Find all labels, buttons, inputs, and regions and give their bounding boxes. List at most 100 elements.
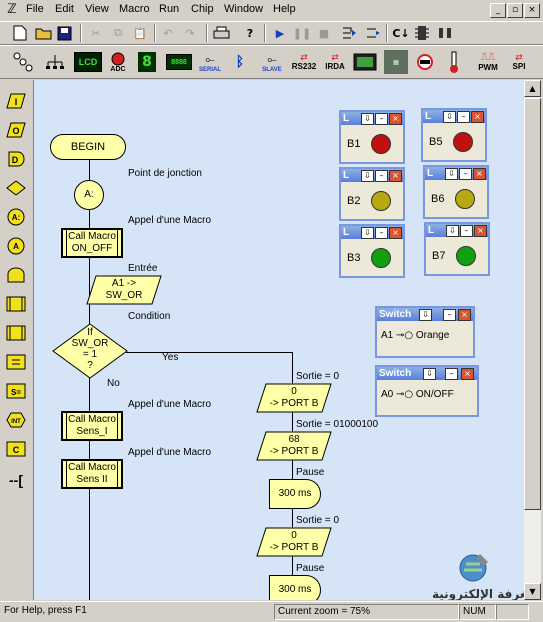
help-icon[interactable]: ?	[242, 25, 258, 41]
step-into-icon[interactable]	[340, 25, 358, 41]
close-icon[interactable]: ×	[461, 368, 474, 380]
chip-icon[interactable]	[414, 25, 430, 41]
flowchart-canvas[interactable]: BEGIN Point de jonction A: Appel d'une M…	[34, 80, 524, 600]
switch-toggle-icon[interactable]: ⊸○	[396, 330, 413, 341]
seven-segment-icon[interactable]: 8	[138, 52, 156, 72]
output-block-3[interactable]: 0 -> PORT B	[256, 527, 332, 557]
redo-icon[interactable]: ↷	[182, 25, 198, 41]
input-icon[interactable]: I	[6, 92, 26, 110]
mdi-minimize-button[interactable]: _	[490, 3, 506, 18]
menu-help[interactable]: Help	[273, 3, 296, 15]
chip-config-icon[interactable]	[436, 25, 454, 41]
call-macro-sens-i[interactable]: Call Macro Sens_I	[61, 411, 123, 441]
switch-window-on-off[interactable]: Switch ⇩ – × A0 ⊸○ ON/OFF	[375, 365, 479, 417]
app-icon[interactable]: ℤ	[4, 2, 20, 18]
c-code-icon[interactable]: C	[6, 440, 26, 458]
loop-icon[interactable]	[6, 266, 26, 284]
menu-window[interactable]: Window	[224, 3, 263, 15]
save-icon[interactable]	[56, 25, 72, 41]
led-window-b2[interactable]: L ⇩ – × B2	[339, 167, 405, 221]
menu-macro[interactable]: Macro	[119, 3, 150, 15]
interrupt-icon[interactable]: INT	[6, 411, 26, 429]
usb-slave-icon[interactable]: ⟜ SLAVE	[258, 48, 286, 76]
close-icon[interactable]: ×	[389, 170, 402, 182]
download-icon[interactable]: ⇩	[419, 309, 432, 321]
decision-icon[interactable]	[6, 179, 26, 197]
led-window-b7[interactable]: L ⇩ – × B7	[424, 222, 490, 276]
menu-edit[interactable]: Edit	[55, 3, 74, 15]
minimize-icon[interactable]: –	[375, 227, 388, 239]
download-icon[interactable]: ⇩	[446, 225, 459, 237]
begin-terminal[interactable]: BEGIN	[50, 134, 126, 160]
scroll-down-icon[interactable]: ▼	[524, 583, 541, 600]
mdi-close-button[interactable]: ×	[524, 3, 540, 18]
vertical-scrollbar[interactable]: ▲ ▼	[524, 80, 541, 600]
run-icon[interactable]: ▶	[272, 25, 288, 41]
stop-icon[interactable]: ■	[316, 25, 332, 41]
calculation-icon[interactable]	[6, 353, 26, 371]
junction-point[interactable]: A:	[74, 180, 104, 210]
goto-point-icon[interactable]: A	[6, 237, 26, 255]
new-file-icon[interactable]	[12, 25, 28, 41]
close-icon[interactable]: ×	[473, 168, 486, 180]
rs232-icon[interactable]: ⇄ RS232	[290, 50, 318, 74]
switch-window-orange[interactable]: Switch ⇩ – × A1 ⊸○ Orange	[375, 306, 475, 358]
macro-icon[interactable]	[6, 295, 26, 313]
minimize-icon[interactable]: –	[375, 113, 388, 125]
close-icon[interactable]: ×	[474, 225, 487, 237]
undo-icon[interactable]: ↶	[160, 25, 176, 41]
download-icon[interactable]: ⇩	[423, 368, 436, 380]
no-sign-icon[interactable]	[414, 52, 436, 72]
cut-icon[interactable]: ✂	[88, 25, 104, 41]
seven-segment-array-icon[interactable]: 8888	[166, 54, 192, 70]
close-icon[interactable]: ×	[458, 309, 471, 321]
mdi-restore-button[interactable]: ▫	[507, 3, 523, 18]
connection-point-icon[interactable]: A:	[6, 208, 26, 226]
minimize-icon[interactable]: –	[445, 368, 458, 380]
print-icon[interactable]	[212, 25, 230, 41]
lcd-icon[interactable]: LCD	[74, 52, 102, 72]
close-icon[interactable]: ×	[471, 111, 484, 123]
keypad-icon[interactable]: ▦	[384, 50, 408, 74]
minimize-icon[interactable]: –	[457, 111, 470, 123]
spi-icon[interactable]: ⇄ SPI	[506, 50, 532, 74]
pause-block-1[interactable]: 300 ms	[269, 479, 321, 509]
pause-block-2[interactable]: 300 ms	[269, 575, 321, 600]
step-over-icon[interactable]	[364, 25, 382, 41]
thermometer-icon[interactable]	[446, 50, 462, 74]
pwm-icon[interactable]: ⎍⎍ PWM	[474, 50, 502, 74]
close-icon[interactable]: ×	[389, 227, 402, 239]
open-folder-icon[interactable]	[34, 25, 52, 41]
led-window-b3[interactable]: L ⇩ – × B3	[339, 224, 405, 278]
minimize-icon[interactable]: –	[459, 168, 472, 180]
connections-icon[interactable]	[12, 52, 34, 72]
menu-view[interactable]: View	[85, 3, 109, 15]
minimize-icon[interactable]: –	[443, 309, 456, 321]
compile-c-icon[interactable]: C↓	[392, 25, 410, 41]
pause-icon[interactable]: ❚❚	[293, 25, 311, 41]
bluetooth-icon[interactable]: ᛒ	[232, 52, 248, 72]
network-icon[interactable]	[44, 52, 66, 72]
minimize-icon[interactable]: –	[460, 225, 473, 237]
scroll-up-icon[interactable]: ▲	[524, 80, 541, 97]
led-window-b6[interactable]: L ⇩ – × B6	[423, 165, 489, 219]
input-block[interactable]: A1 -> SW_OR	[86, 275, 162, 305]
call-macro-sens-ii[interactable]: Call Macro Sens II	[61, 459, 123, 489]
comment-icon[interactable]: --[	[4, 471, 28, 489]
irda-icon[interactable]: ⇄ IRDA	[322, 50, 348, 74]
delay-icon[interactable]: D	[6, 150, 26, 168]
component-macro-icon[interactable]	[6, 324, 26, 342]
paste-icon[interactable]: 📋	[132, 25, 148, 41]
usb-serial-icon[interactable]: ⟜ SERIAL	[196, 48, 224, 76]
menu-run[interactable]: Run	[159, 3, 179, 15]
led-window-b1[interactable]: L ⇩ – × B1	[339, 110, 405, 164]
menu-chip[interactable]: Chip	[191, 3, 214, 15]
led-window-b5[interactable]: L ⇩ – × B5	[421, 108, 487, 162]
decision-block[interactable]: If SW_OR = 1 ?	[52, 323, 128, 379]
adc-icon[interactable]: ADC	[106, 48, 130, 76]
close-icon[interactable]: ×	[389, 113, 402, 125]
download-icon[interactable]: ⇩	[445, 168, 458, 180]
call-macro-on-off[interactable]: Call Macro ON_OFF	[61, 228, 123, 258]
download-icon[interactable]: ⇩	[361, 170, 374, 182]
menu-file[interactable]: File	[26, 3, 44, 15]
